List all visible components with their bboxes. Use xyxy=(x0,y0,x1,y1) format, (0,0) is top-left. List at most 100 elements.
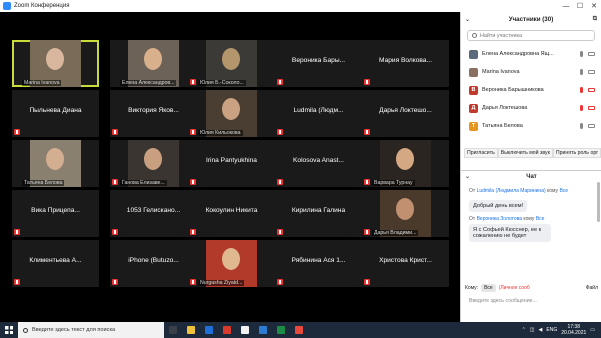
mic-icon xyxy=(580,105,583,111)
chat-from[interactable]: Вероника Золотова xyxy=(477,216,522,222)
participant-search-placeholder: Найти участника xyxy=(480,32,523,39)
video-tile[interactable]: Юлия Б.-Соколо... xyxy=(188,40,275,87)
participant-search-input[interactable]: Найти участника xyxy=(467,30,595,41)
video-tile[interactable]: Вика Прицепа... xyxy=(12,190,99,237)
invite-button[interactable]: Пригласить xyxy=(464,148,498,158)
video-tile[interactable]: Nurgasha Ziyatd... xyxy=(188,240,275,287)
participant-name: iPhone (Butuzo... xyxy=(128,257,179,264)
participant-name: Климентьева А... xyxy=(29,257,82,264)
network-icon[interactable]: ◫ xyxy=(530,327,535,333)
taskbar-app-icon[interactable] xyxy=(164,322,182,338)
claim-host-button[interactable]: Принять роль орг xyxy=(552,148,601,158)
video-tile[interactable]: Рябинина Ася 1... xyxy=(275,240,362,287)
muted-mic-icon xyxy=(277,279,283,285)
video-tile[interactable]: Елена Александров... xyxy=(110,40,197,87)
video-tile[interactable]: Варвара Турнау xyxy=(362,140,449,187)
file-button[interactable]: Файл xyxy=(586,285,598,291)
clock[interactable]: 17:38 20.04.2021 xyxy=(561,324,586,336)
chat-input[interactable]: Введите здесь сообщение... xyxy=(469,298,537,304)
taskbar-app-icon[interactable] xyxy=(290,322,308,338)
video-tile[interactable]: Ludmila (Людм... xyxy=(275,90,362,137)
participant-row-name: Елена Александровна Ящ... xyxy=(482,51,554,57)
video-tile[interactable]: Климентьева А... xyxy=(12,240,99,287)
video-tile[interactable]: iPhone (Butuzo... xyxy=(110,240,197,287)
chevron-up-icon[interactable]: ⌃ xyxy=(522,327,526,333)
participant-row[interactable]: Т Татьяна Белова xyxy=(461,117,601,135)
video-tile[interactable]: Irina Pantyukhina xyxy=(188,140,275,187)
video-tile[interactable]: Дарья Локтешо... xyxy=(362,90,449,137)
muted-mic-icon xyxy=(364,79,370,85)
participant-label: Marina Ivanova xyxy=(22,80,62,86)
participant-face xyxy=(144,148,162,170)
video-tile[interactable]: Пыльнева Диана xyxy=(12,90,99,137)
participant-name: Виктория Яков... xyxy=(128,107,179,114)
gallery-view: Marina Ivanova Елена Александров... Юлия Б… xyxy=(0,12,460,322)
chat-message-text: Добрый день всем! xyxy=(469,200,528,212)
chat-scrollbar[interactable] xyxy=(597,182,600,222)
recipient-select[interactable]: Все xyxy=(481,284,496,292)
muted-mic-icon xyxy=(364,179,370,185)
chat-to[interactable]: Все xyxy=(559,188,568,194)
participant-name: Вероника Бары... xyxy=(291,57,346,64)
chat-recipient-row: Кому: Все (Личное сооб Файл xyxy=(465,284,598,292)
video-tile[interactable]: Кокоулин Никита xyxy=(188,190,275,237)
zoom-app-icon xyxy=(3,2,11,10)
taskbar-app-icon[interactable] xyxy=(272,322,290,338)
mute-me-button[interactable]: Выключить мой звук xyxy=(497,148,553,158)
mic-icon xyxy=(580,123,583,129)
participant-name: Вика Прицепа... xyxy=(31,207,80,214)
participant-row[interactable]: В Вероника Барышникова xyxy=(461,81,601,99)
participant-row[interactable]: Елена Александровна Ящ... xyxy=(461,45,601,63)
window-title: Zoom Конференция xyxy=(14,3,70,9)
minimize-button[interactable]: — xyxy=(559,0,573,12)
private-message-label: (Личное сооб xyxy=(498,285,530,291)
video-tile[interactable]: Вероника Бары... xyxy=(275,40,362,87)
camera-icon xyxy=(588,88,595,92)
collapse-chevron-icon[interactable]: ⌄ xyxy=(465,173,470,180)
language-indicator[interactable]: ENG xyxy=(546,327,557,333)
video-tile[interactable]: Kolosova Anast... xyxy=(275,140,362,187)
maximize-button[interactable]: ☐ xyxy=(573,0,587,12)
video-tile[interactable]: Marina Ivanova xyxy=(12,40,99,87)
mic-icon xyxy=(580,87,583,93)
taskbar-app-icon[interactable] xyxy=(254,322,272,338)
muted-mic-icon xyxy=(14,229,20,235)
video-tile[interactable]: Христова Крист... xyxy=(362,240,449,287)
video-tile[interactable]: 1053 Гелискано... xyxy=(110,190,197,237)
windows-icon xyxy=(5,326,13,334)
system-tray: ⌃ ◫ ◀ ENG 17:38 20.04.2021 ▭ xyxy=(522,322,601,338)
taskbar-app-icon[interactable] xyxy=(182,322,200,338)
volume-icon[interactable]: ◀ xyxy=(539,327,543,333)
video-tile[interactable]: Виктория Яков... xyxy=(110,90,197,137)
chat-messages: От Ludmila (Людмила Маринина) кому Все До… xyxy=(461,184,596,242)
video-tile[interactable]: Ганова Елизаве... xyxy=(110,140,197,187)
participant-row[interactable]: Marina Ivanova xyxy=(461,63,601,81)
start-button[interactable] xyxy=(0,322,18,338)
close-button[interactable]: ✕ xyxy=(587,0,601,12)
taskbar-app-icon[interactable] xyxy=(218,322,236,338)
participants-header: ⌄ Участники (30) ⧉ xyxy=(461,12,601,26)
participant-row[interactable]: Д Дарья Локтешова xyxy=(461,99,601,117)
mic-icon xyxy=(580,69,583,75)
taskbar-app-icon[interactable] xyxy=(236,322,254,338)
video-tile[interactable]: Кирилина Галина xyxy=(275,190,362,237)
participant-name: Мария Волкова... xyxy=(379,57,432,64)
video-tile[interactable]: Татьяна Белова xyxy=(12,140,99,187)
video-tile[interactable]: Мария Волкова... xyxy=(362,40,449,87)
chat-from[interactable]: Ludmila (Людмила Маринина) xyxy=(477,188,546,194)
avatar xyxy=(469,67,478,77)
chat-from-label: От xyxy=(469,216,476,222)
chat-to[interactable]: Все xyxy=(536,216,545,222)
notifications-icon[interactable]: ▭ xyxy=(590,327,595,333)
video-tile[interactable]: Дарья Владими... xyxy=(362,190,449,237)
camera-icon xyxy=(588,124,595,128)
video-tile[interactable]: Юлия Кильокова xyxy=(188,90,275,137)
collapse-chevron-icon[interactable]: ⌄ xyxy=(465,16,470,23)
popout-icon[interactable]: ⧉ xyxy=(593,16,597,23)
muted-mic-icon xyxy=(364,279,370,285)
participant-label: Дарья Владими... xyxy=(372,230,419,236)
taskbar-search-input[interactable]: Введите здесь текст для поиска xyxy=(18,322,164,338)
taskbar-app-icon[interactable] xyxy=(200,322,218,338)
muted-mic-icon xyxy=(112,279,118,285)
muted-mic-icon xyxy=(277,79,283,85)
